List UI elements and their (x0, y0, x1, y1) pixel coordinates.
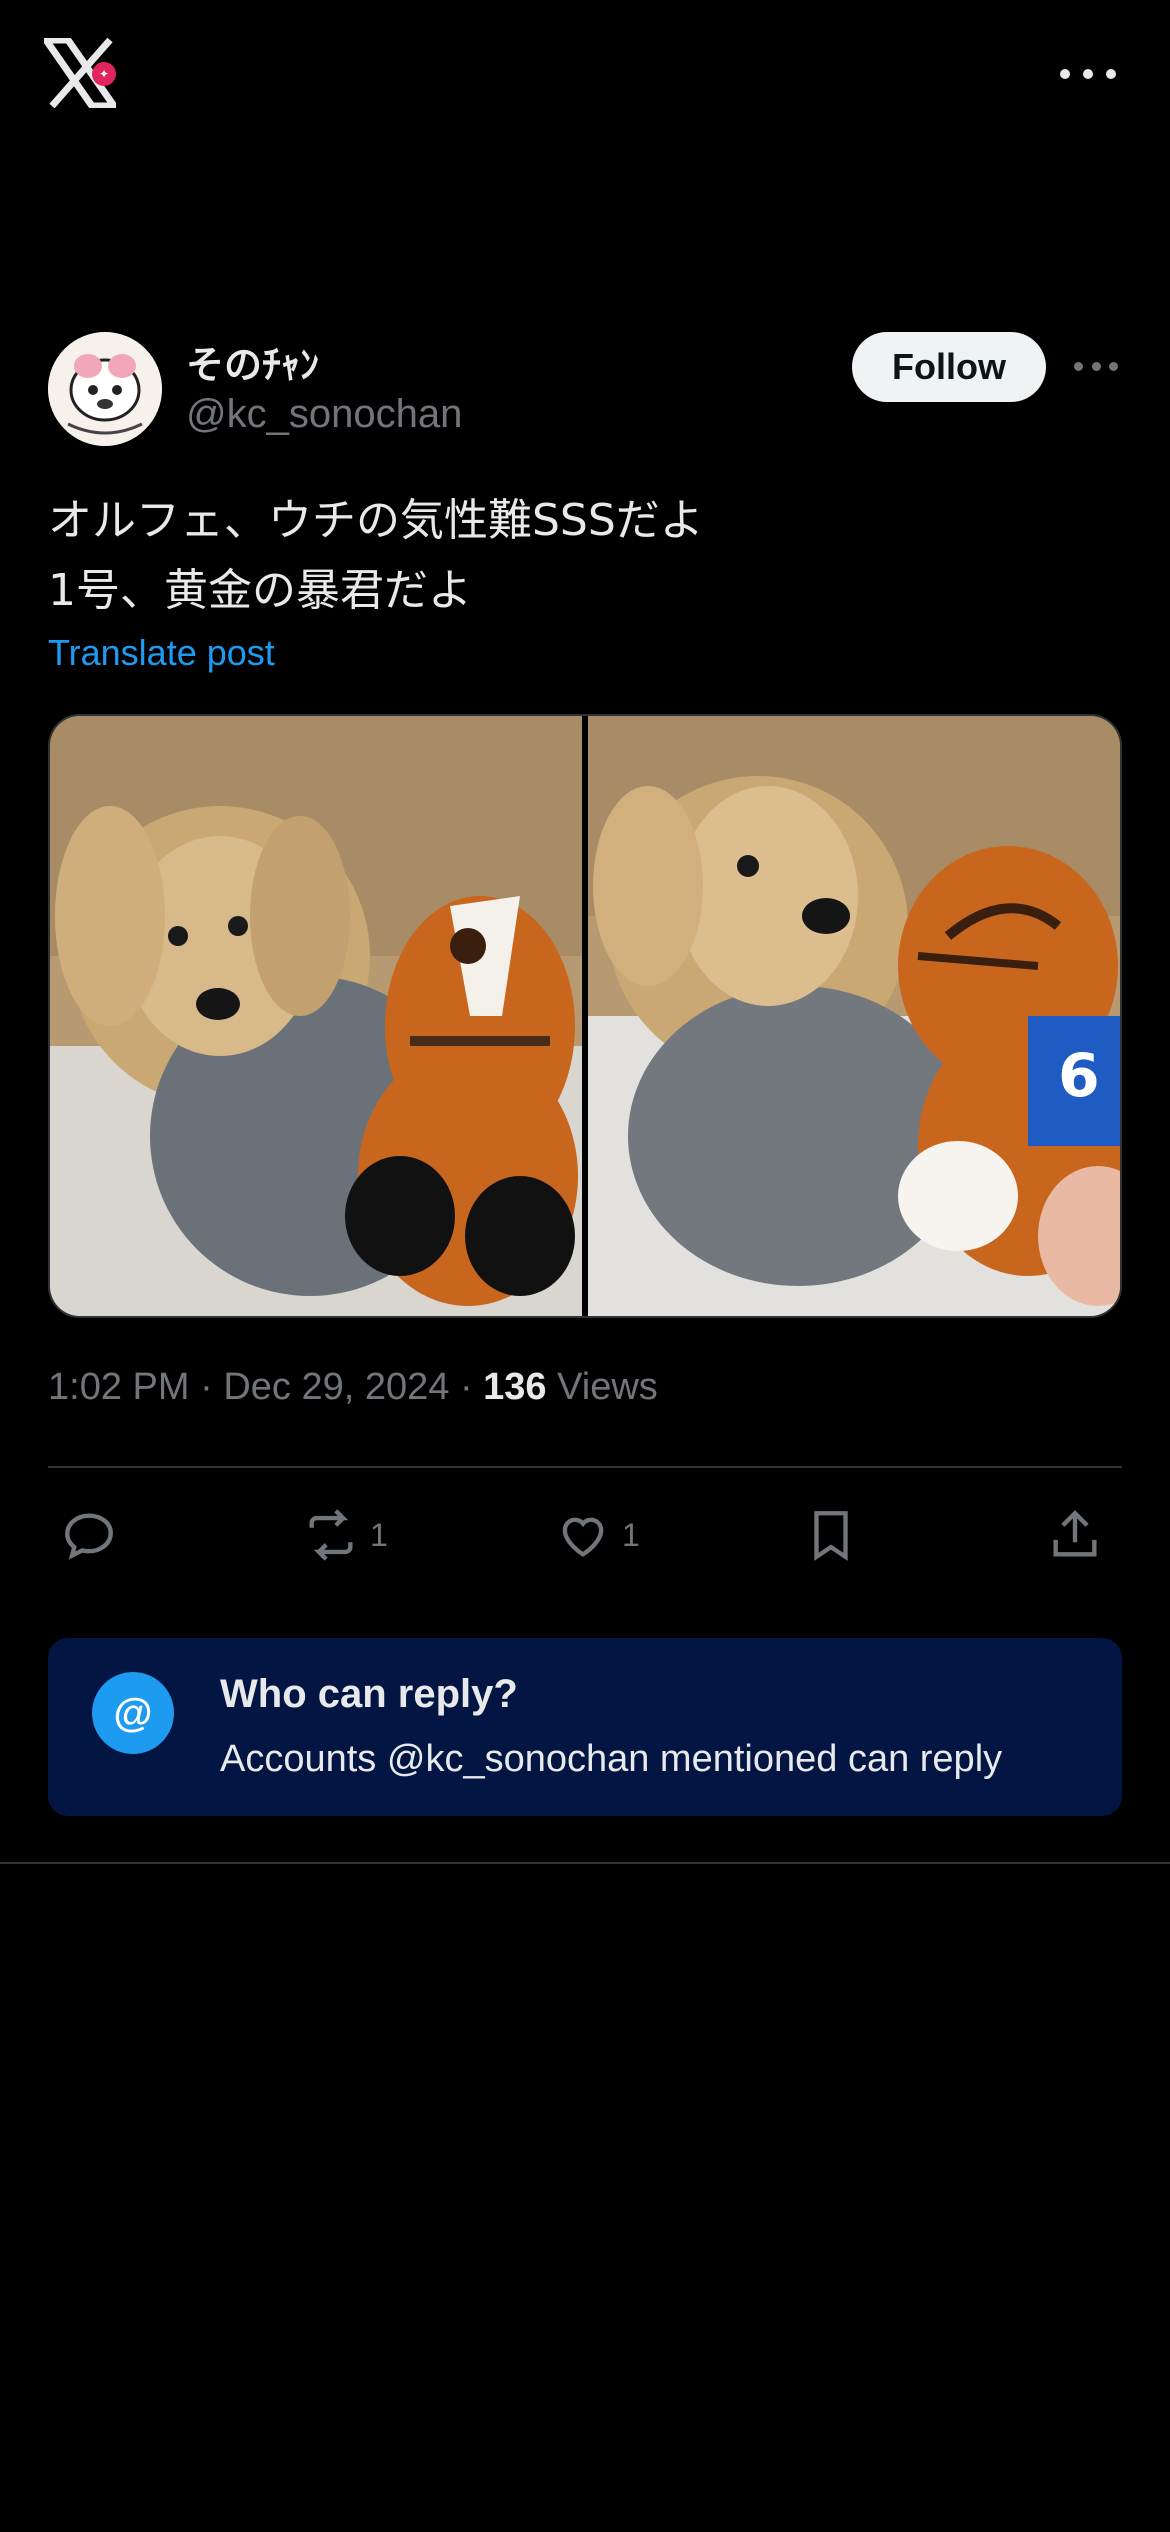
post-date[interactable]: Dec 29, 2024 (223, 1366, 449, 1408)
post-photo-1[interactable] (50, 716, 582, 1316)
share-icon (1053, 1510, 1097, 1557)
post-more-icon[interactable] (1074, 356, 1118, 376)
post-time[interactable]: 1:02 PM (48, 1366, 190, 1408)
action-bar: 1 1 (48, 1500, 1122, 1570)
notification-badge-icon: ✦ (92, 62, 116, 86)
author-display-name[interactable]: そのﾁｬﾝ (186, 334, 319, 389)
repost-icon (309, 1509, 353, 1561)
follow-button[interactable]: Follow (852, 332, 1046, 402)
avatar[interactable] (48, 332, 162, 446)
meta-separator: · (200, 1366, 213, 1408)
post-text-line: オルフェ、ウチの気性難SSSだよ (48, 495, 704, 546)
more-horizontal-icon[interactable] (1060, 60, 1116, 88)
author-handle[interactable]: @kc_sonochan (186, 392, 462, 437)
views-label: Views (557, 1366, 658, 1408)
repost-count: 1 (370, 1516, 388, 1553)
post-meta: 1:02 PM · Dec 29, 2024 · 136 Views (48, 1366, 658, 1409)
reply-icon (65, 1513, 113, 1560)
meta-separator: · (459, 1366, 473, 1408)
like-count: 1 (622, 1516, 640, 1553)
post-media: 6 (48, 714, 1122, 1318)
post-photo-2[interactable]: 6 (588, 716, 1120, 1316)
post-text: オルフェ、ウチの気性難SSSだよ 1号、黄金の暴君だよ (48, 486, 1122, 626)
divider (48, 1466, 1122, 1468)
top-bar: ✦ (0, 0, 1170, 150)
translate-post-link[interactable]: Translate post (48, 632, 275, 674)
bookmark-icon (814, 1511, 848, 1561)
svg-text:6: 6 (1058, 1041, 1100, 1111)
reply-button[interactable] (60, 1500, 118, 1570)
heart-icon (562, 1517, 604, 1557)
post-text-line: 1号、黄金の暴君だよ (48, 565, 472, 616)
at-sign-icon: @ (92, 1672, 174, 1754)
who-can-reply-description: Accounts @kc_sonochan mentioned can repl… (220, 1738, 1003, 1780)
repost-button[interactable]: 1 (302, 1500, 388, 1570)
views-count: 136 (483, 1366, 547, 1408)
divider (0, 1862, 1170, 1864)
like-button[interactable]: 1 (554, 1500, 640, 1570)
who-can-reply-title: Who can reply? (220, 1672, 518, 1716)
share-button[interactable] (1046, 1500, 1104, 1570)
who-can-reply-notice: @ Who can reply? Accounts @kc_sonochan m… (48, 1638, 1122, 1816)
bookmark-button[interactable] (802, 1500, 860, 1570)
post-author: そのﾁｬﾝ @kc_sonochan Follow (48, 332, 1122, 452)
